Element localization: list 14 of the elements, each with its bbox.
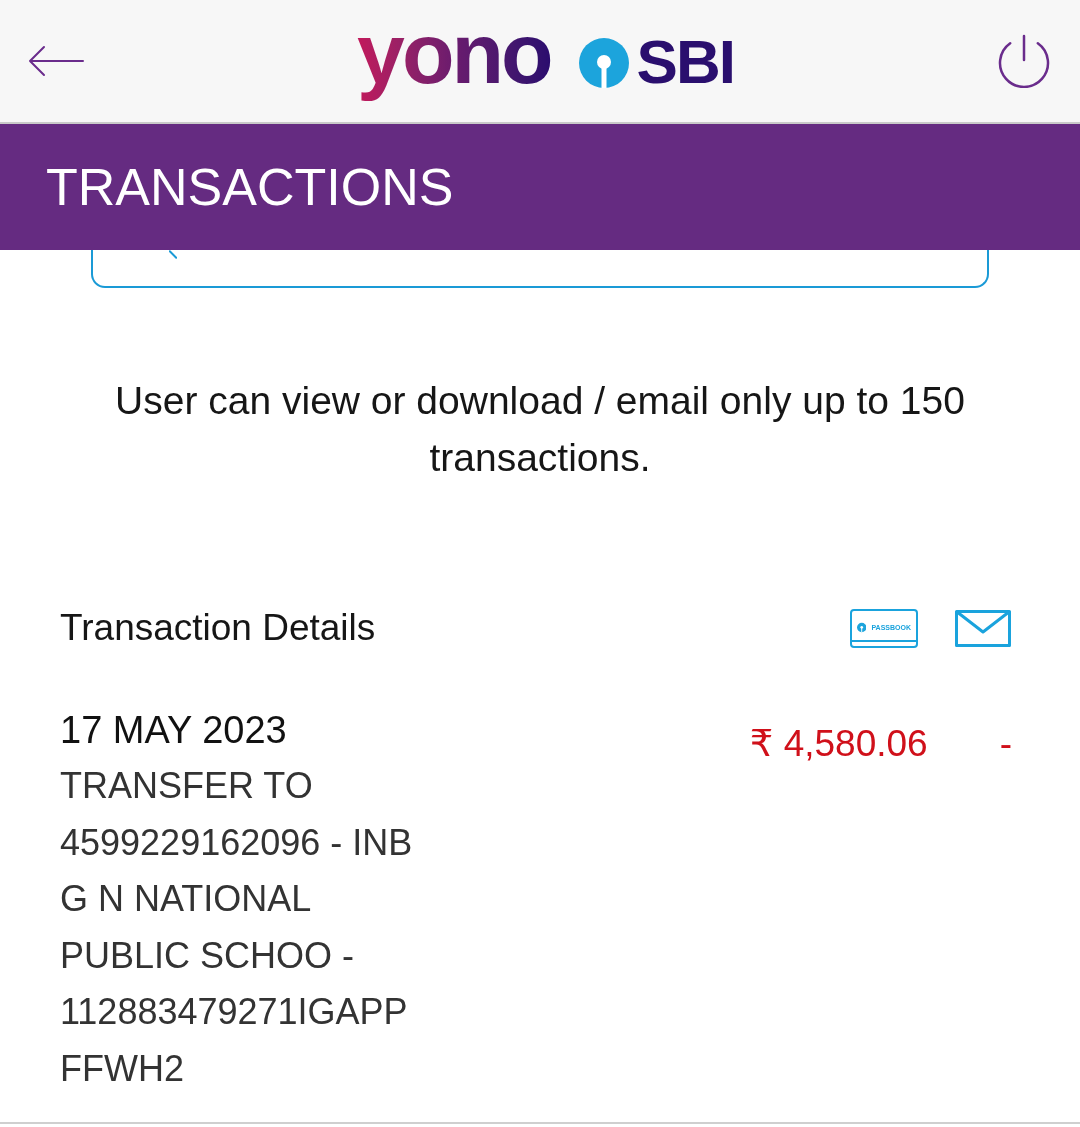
- transaction-description: TRANSFER TO 4599229162096 - INB G N NATIONAL PUBLIC SCHOO - 112883479271IGAPP FFWH2: [60, 764, 413, 1091]
- section-heading: Transaction Details: [60, 606, 376, 651]
- transaction-date: 17 MAY 2023: [60, 708, 287, 753]
- back-arrow-icon[interactable]: [28, 45, 84, 77]
- notice-text: User can view or download / email only up to 150 transactions.: [114, 378, 966, 481]
- page-title: TRANSACTIONS: [46, 161, 454, 213]
- bank-logo-icon: [578, 38, 629, 88]
- search-field[interactable]: [91, 250, 989, 288]
- transaction-amount: ₹ 4,580.06: [749, 722, 928, 766]
- power-icon[interactable]: [997, 34, 1051, 88]
- mail-icon[interactable]: [955, 609, 1011, 647]
- bank-name: SBI: [636, 27, 734, 97]
- debit-marker: -: [999, 722, 1012, 766]
- magnifier-handle-icon: [169, 250, 177, 259]
